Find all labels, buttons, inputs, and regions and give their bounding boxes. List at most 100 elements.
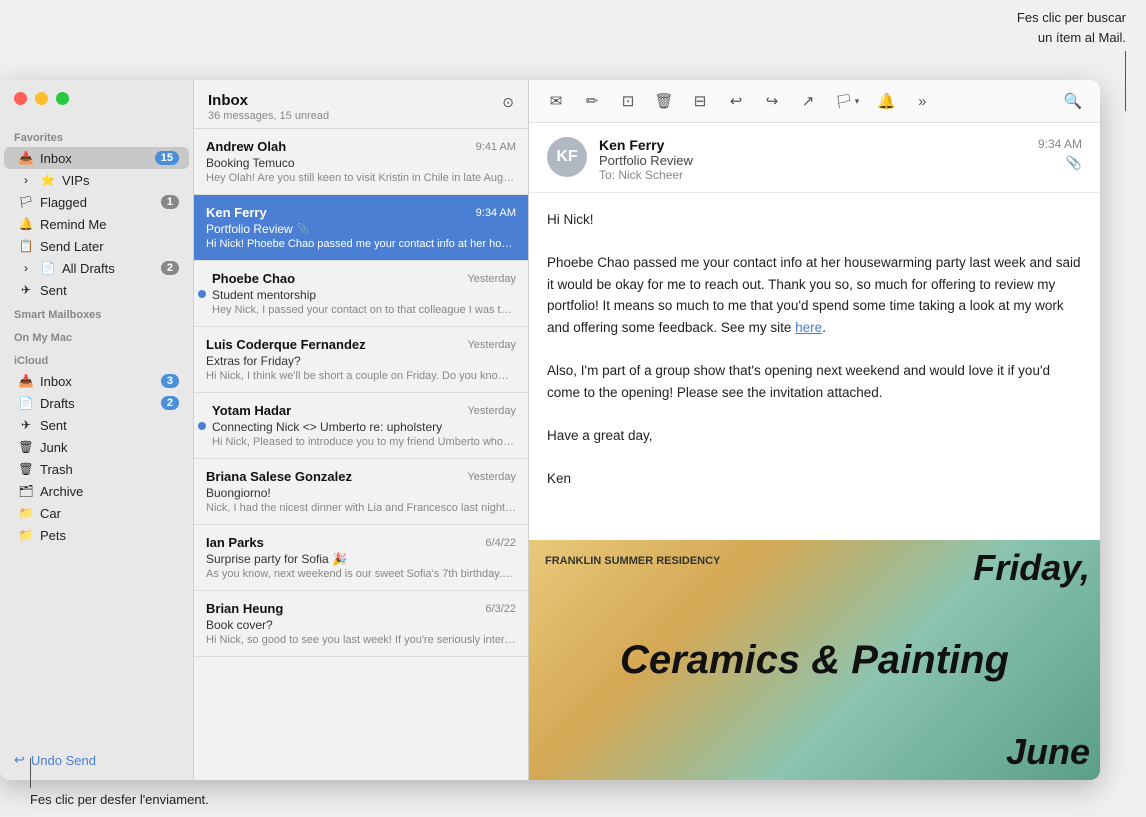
msg-from: Yotam Hadar	[212, 403, 461, 418]
msg-time: Yesterday	[467, 273, 516, 285]
msg-subject: Booking Temuco	[206, 156, 295, 170]
sidebar-item-label: All Drafts	[62, 261, 155, 276]
msg-subject: Student mentorship	[212, 288, 316, 302]
reply-all-button[interactable]: ↪	[759, 88, 785, 114]
list-item[interactable]: Luis Coderque Fernandez Yesterday Extras…	[194, 327, 528, 393]
all-drafts-disclosure-icon: ›	[18, 260, 34, 276]
msg-from: Luis Coderque Fernandez	[206, 337, 461, 352]
email-header: KF Ken Ferry Portfolio Review To: Nick S…	[529, 123, 1100, 193]
list-item[interactable]: Andrew Olah 9:41 AM Booking Temuco Hey O…	[194, 129, 528, 195]
sort-icon[interactable]: ⊙	[502, 94, 514, 111]
msg-subject: Surprise party for Sofia 🎉	[206, 552, 347, 566]
toolbar: ✉ ✏ ⊡ 🗑 ⊟ ↩ ↪ ↗ 🏳 ▾ 🔔 » 🔍	[529, 80, 1100, 123]
inbox-icon: 📥	[18, 150, 34, 166]
icloud-drafts-icon: 📄	[18, 395, 34, 411]
new-message-button[interactable]: ✉	[543, 88, 569, 114]
icloud-sent-icon: ✈	[18, 417, 34, 433]
sidebar-item-icloud-trash[interactable]: 🗑 Trash	[4, 458, 189, 480]
message-list-scroll: Andrew Olah 9:41 AM Booking Temuco Hey O…	[194, 129, 528, 780]
flag-button[interactable]: 🏳 ▾	[831, 91, 863, 112]
msg-subject: Extras for Friday?	[206, 354, 301, 368]
send-later-icon: 📋	[18, 238, 34, 254]
email-from: Ken Ferry	[599, 137, 1026, 153]
sidebar-item-vips[interactable]: › ⭐ VIPs	[4, 169, 189, 191]
msg-from: Andrew Olah	[206, 139, 470, 154]
sidebar-item-icloud-inbox[interactable]: 📥 Inbox 3	[4, 370, 189, 392]
sidebar-item-label: Remind Me	[40, 217, 179, 232]
message-list-title: Inbox	[208, 92, 514, 109]
body-link[interactable]: here	[795, 320, 822, 335]
minimize-button[interactable]	[35, 92, 48, 105]
msg-time: 9:41 AM	[476, 141, 516, 153]
undo-send-icon: ↩	[14, 752, 25, 768]
message-list-header: Inbox 36 messages, 15 unread ⊙	[194, 80, 528, 129]
tooltip-undo-send: Fes clic per desfer l'enviament.	[30, 758, 209, 807]
avatar: KF	[547, 137, 587, 177]
attachment-indicator-icon: 📎	[1066, 155, 1082, 171]
archive-button[interactable]: ⊡	[615, 88, 641, 114]
sidebar-item-label: Sent	[40, 418, 179, 433]
sidebar-item-label: VIPs	[62, 173, 179, 188]
mute-button[interactable]: 🔔	[873, 88, 899, 114]
traffic-lights	[14, 92, 69, 105]
email-body: Hi Nick! Phoebe Chao passed me your cont…	[529, 193, 1100, 540]
icloud-drafts-badge: 2	[161, 396, 179, 410]
msg-subject: Connecting Nick <> Umberto re: upholster…	[212, 420, 442, 434]
body-greeting: Hi Nick!	[547, 209, 1082, 231]
franklin-text: FRANKLIN SUMMER RESIDENCY	[545, 554, 720, 569]
list-item[interactable]: Brian Heung 6/3/22 Book cover? Hi Nick, …	[194, 591, 528, 657]
sidebar-item-flagged[interactable]: 🏳 Flagged 1	[4, 191, 189, 213]
email-subject: Portfolio Review	[599, 153, 1026, 168]
move-button[interactable]: ⊟	[687, 88, 713, 114]
sidebar-item-icloud-archive[interactable]: 🗂 Archive	[4, 480, 189, 502]
msg-preview: Hi Nick, so good to see you last week! I…	[206, 634, 516, 646]
sidebar-item-sent-fav[interactable]: ✈ Sent	[4, 279, 189, 301]
list-item[interactable]: Yotam Hadar Yesterday Connecting Nick <>…	[194, 393, 528, 459]
msg-subject: Book cover?	[206, 618, 273, 632]
email-meta: Ken Ferry Portfolio Review To: Nick Sche…	[599, 137, 1026, 182]
sidebar-item-icloud-car[interactable]: 📁 Car	[4, 502, 189, 524]
icloud-trash-icon: 🗑	[18, 461, 34, 477]
all-drafts-badge: 2	[161, 261, 179, 275]
list-item[interactable]: Ken Ferry 9:34 AM Portfolio Review 📎 Hi …	[194, 195, 528, 261]
sidebar-section-onmymac: On My Mac	[0, 324, 193, 347]
compose-button[interactable]: ✏	[579, 88, 605, 114]
sidebar-item-icloud-drafts[interactable]: 📄 Drafts 2	[4, 392, 189, 414]
more-button[interactable]: »	[909, 88, 935, 114]
sidebar-item-icloud-pets[interactable]: 📁 Pets	[4, 524, 189, 546]
list-item[interactable]: Ian Parks 6/4/22 Surprise party for Sofi…	[194, 525, 528, 591]
sidebar-section-favorites: Favorites	[0, 124, 193, 147]
msg-preview: Hi Nick! Phoebe Chao passed me your cont…	[206, 238, 516, 250]
maximize-button[interactable]	[56, 92, 69, 105]
msg-from: Brian Heung	[206, 601, 479, 616]
sidebar-item-inbox[interactable]: 📥 Inbox 15	[4, 147, 189, 169]
forward-button[interactable]: ↗	[795, 88, 821, 114]
msg-time: 6/3/22	[485, 603, 516, 615]
icloud-car-icon: 📁	[18, 505, 34, 521]
reply-button[interactable]: ↩	[723, 88, 749, 114]
delete-button[interactable]: 🗑	[651, 88, 677, 114]
sidebar-item-all-drafts[interactable]: › 📄 All Drafts 2	[4, 257, 189, 279]
sidebar-section-icloud: iCloud	[0, 347, 193, 370]
msg-from: Ken Ferry	[206, 205, 470, 220]
email-attachment-image: FRANKLIN SUMMER RESIDENCY Ceramics & Pai…	[529, 540, 1100, 780]
sidebar-item-label: Sent	[40, 283, 179, 298]
msg-preview: Hey Olah! Are you still keen to visit Kr…	[206, 172, 516, 184]
msg-time: 9:34 AM	[476, 207, 516, 219]
sidebar-item-label: Send Later	[40, 239, 179, 254]
list-item[interactable]: Phoebe Chao Yesterday Student mentorship…	[194, 261, 528, 327]
list-item[interactable]: Briana Salese Gonzalez Yesterday Buongio…	[194, 459, 528, 525]
close-button[interactable]	[14, 92, 27, 105]
unread-indicator	[198, 422, 206, 430]
sidebar-item-icloud-junk[interactable]: 🗑 Junk	[4, 436, 189, 458]
msg-preview: Hey Nick, I passed your contact on to th…	[212, 304, 516, 316]
sidebar-item-remind-me[interactable]: 🔔 Remind Me	[4, 213, 189, 235]
sidebar-item-send-later[interactable]: 📋 Send Later	[4, 235, 189, 257]
msg-preview: Hi Nick, I think we'll be short a couple…	[206, 370, 516, 382]
sidebar-item-icloud-sent[interactable]: ✈ Sent	[4, 414, 189, 436]
email-to: To: Nick Scheer	[599, 168, 1026, 182]
msg-preview: Hi Nick, Pleased to introduce you to my …	[212, 436, 516, 448]
body-signature: Ken	[547, 468, 1082, 490]
sent-icon: ✈	[18, 282, 34, 298]
flagged-badge: 1	[161, 195, 179, 209]
